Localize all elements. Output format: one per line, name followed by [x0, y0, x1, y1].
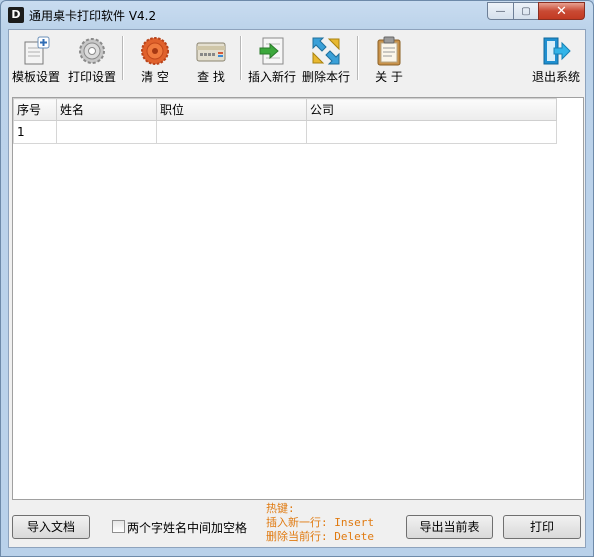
- exit-button[interactable]: 退出系统: [529, 34, 583, 84]
- template-settings-button[interactable]: 模板设置: [9, 34, 63, 84]
- gear-icon: [79, 38, 105, 64]
- minimize-icon: —: [495, 5, 506, 17]
- insert-row-label: 插入新行: [247, 70, 296, 84]
- clear-icon: [141, 37, 169, 65]
- delete-row-label: 删除本行: [301, 70, 350, 84]
- template-add-icon: [24, 36, 50, 65]
- space-name-checkbox[interactable]: [112, 520, 125, 533]
- insert-row-icon: [259, 37, 284, 65]
- window-title: 通用桌卡打印软件 V4.2: [29, 9, 157, 23]
- delete-row-button[interactable]: 删除本行: [299, 34, 353, 84]
- toolbar-separator: [240, 36, 242, 80]
- hotkey-insert: 插入新一行: Insert: [266, 516, 374, 529]
- cell-company[interactable]: [306, 120, 557, 144]
- close-icon: ✕: [556, 3, 567, 19]
- insert-row-button[interactable]: 插入新行: [245, 34, 299, 84]
- cell-name[interactable]: [56, 120, 157, 144]
- about-button[interactable]: 关 于: [361, 34, 417, 84]
- cell-position[interactable]: [156, 120, 307, 144]
- app-logo-icon: D: [8, 7, 24, 23]
- hotkeys-info: 热键: 插入新一行: Insert 删除当前行: Delete: [266, 502, 374, 544]
- column-header-index[interactable]: 序号: [13, 98, 57, 121]
- delete-row-icon: [312, 37, 340, 65]
- import-document-button[interactable]: 导入文档: [12, 515, 90, 539]
- data-grid[interactable]: 序号 姓名 职位 公司 1: [12, 97, 584, 500]
- toolbar-separator: [357, 36, 359, 80]
- column-header-name[interactable]: 姓名: [56, 98, 157, 121]
- toolbar-separator: [122, 36, 124, 80]
- find-label: 查 找: [197, 70, 225, 84]
- close-button[interactable]: ✕: [538, 2, 585, 20]
- column-header-company[interactable]: 公司: [306, 98, 557, 121]
- about-label: 关 于: [375, 70, 403, 84]
- table-header-row: 序号 姓名 职位 公司: [13, 98, 557, 121]
- space-name-checkbox-label[interactable]: 两个字姓名中间加空格: [127, 519, 247, 536]
- exit-icon: [543, 37, 571, 65]
- column-header-position[interactable]: 职位: [156, 98, 307, 121]
- exit-label: 退出系统: [531, 70, 580, 84]
- bottom-bar: 导入文档 两个字姓名中间加空格 热键: 插入新一行: Insert 删除当前行: D…: [9, 502, 585, 547]
- minimize-button[interactable]: —: [487, 2, 514, 20]
- hotkeys-title: 热键:: [266, 502, 295, 515]
- print-settings-label: 打印设置: [67, 70, 116, 84]
- cell-index[interactable]: 1: [13, 120, 57, 144]
- app-window: D 通用桌卡打印软件 V4.2 — ▢ ✕ 模板设置 打印设置 清 空 查 找 …: [0, 0, 594, 557]
- hotkey-delete: 删除当前行: Delete: [266, 530, 374, 543]
- title-bar[interactable]: D 通用桌卡打印软件 V4.2 — ▢ ✕: [1, 1, 593, 29]
- template-settings-label: 模板设置: [11, 70, 60, 84]
- toolbar: 模板设置 打印设置 清 空 查 找 插入新行 删除本行 关 于 退出系统: [9, 30, 585, 86]
- client-area: 模板设置 打印设置 清 空 查 找 插入新行 删除本行 关 于 退出系统 序号 …: [8, 29, 586, 548]
- maximize-button[interactable]: ▢: [513, 2, 539, 20]
- export-table-button[interactable]: 导出当前表: [406, 515, 493, 539]
- clear-button[interactable]: 清 空: [125, 34, 185, 84]
- maximize-icon: ▢: [521, 5, 531, 17]
- print-button[interactable]: 打印: [503, 515, 581, 539]
- table-row: 1: [13, 120, 557, 144]
- card-icon: [196, 42, 226, 62]
- clear-label: 清 空: [141, 70, 169, 84]
- data-table: 序号 姓名 职位 公司 1: [13, 98, 557, 144]
- clipboard-icon: [377, 36, 401, 66]
- print-settings-button[interactable]: 打印设置: [65, 34, 119, 84]
- find-button[interactable]: 查 找: [185, 34, 237, 84]
